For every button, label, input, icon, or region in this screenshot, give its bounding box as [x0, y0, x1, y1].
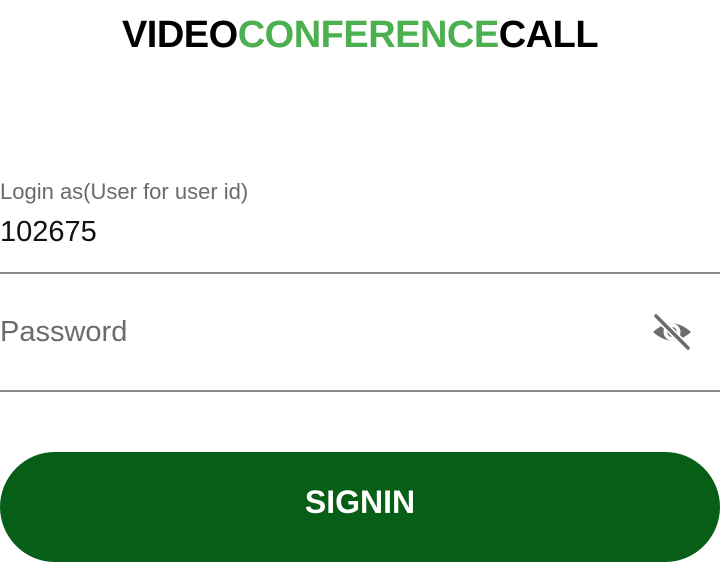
user-id-field[interactable]: Login as(User for user id) 102675	[0, 170, 720, 274]
signin-button[interactable]: SIGNIN	[0, 452, 720, 562]
user-id-underline	[0, 272, 720, 274]
password-visibility-toggle[interactable]	[648, 312, 696, 352]
eye-off-icon	[652, 313, 692, 351]
app-title-part-conference: CONFERENCE	[237, 14, 500, 56]
app-title: VIDEOCONFERENCECALL	[0, 12, 720, 58]
user-id-label: Login as(User for user id)	[0, 179, 249, 204]
user-id-input[interactable]: 102675	[0, 214, 97, 250]
password-input[interactable]: Password	[0, 314, 127, 350]
password-underline	[0, 390, 720, 392]
app-title-part-video: VIDEO	[121, 14, 238, 56]
password-field[interactable]: Password	[0, 296, 720, 392]
app-title-part-call: CALL	[498, 14, 599, 56]
